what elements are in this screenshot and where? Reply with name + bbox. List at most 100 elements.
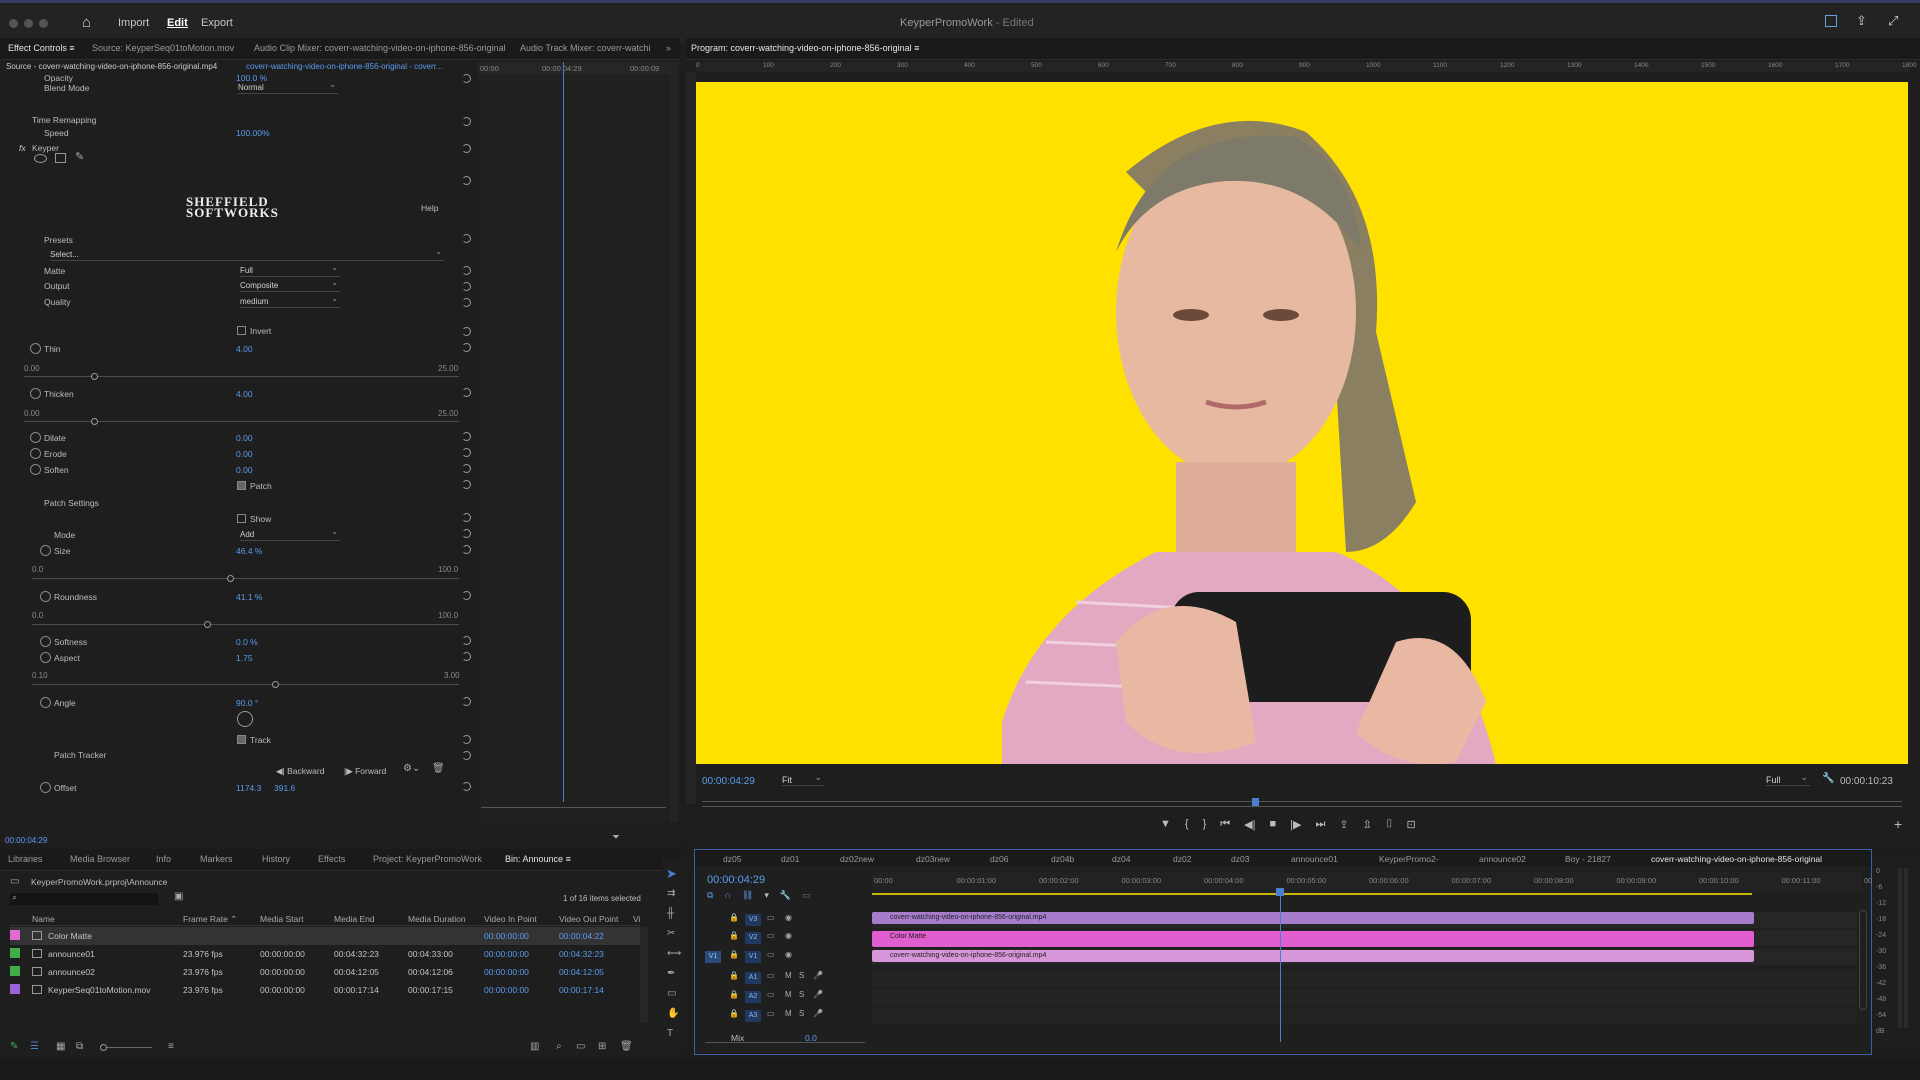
slip-tool-icon[interactable]: ⟷ [667,948,681,959]
tracker-settings-icon[interactable]: ⚙⌄ [403,763,420,774]
track-checkbox[interactable] [237,735,246,744]
angle-value[interactable]: 90.0 ° [236,698,258,708]
menu-export[interactable]: Export [201,17,233,29]
mark-out-icon[interactable]: } [1203,818,1207,831]
reset-icon[interactable] [462,782,471,791]
col-media-end[interactable]: Media End [334,914,375,924]
blend-mode-dropdown[interactable]: Normal [238,80,338,94]
reset-icon[interactable] [462,388,471,397]
thumbnail-size-knob[interactable] [100,1044,107,1051]
menu-import[interactable]: Import [118,17,149,29]
thin-stopwatch-icon[interactable] [30,343,41,354]
aspect-slider-knob[interactable] [272,681,280,688]
sequence-tab[interactable]: dz06 [990,854,1008,864]
softness-stopwatch-icon[interactable] [40,636,51,647]
sync-lock-icon[interactable]: ▭ [767,950,775,959]
lock-icon[interactable]: 🔒 [729,913,739,922]
matte-dropdown[interactable]: Full [240,263,340,277]
tab-effect-controls[interactable]: Effect Controls ≡ [8,43,75,53]
reset-icon[interactable] [462,513,471,522]
new-bin-icon[interactable]: ▭ [576,1041,585,1052]
size-slider-knob[interactable] [227,575,235,582]
minimize-window-button[interactable] [24,19,33,28]
voice-over-icon[interactable]: 🎤 [813,971,823,980]
invert-checkbox[interactable] [237,326,246,335]
thin-slider[interactable] [24,376,459,377]
resolution-dropdown[interactable]: Full [1766,772,1810,786]
track-name[interactable]: V3 [745,914,761,926]
lock-icon[interactable]: 🔒 [729,990,739,999]
thin-value[interactable]: 4.00 [236,344,253,354]
add-marker-icon[interactable]: ▾ [764,890,769,901]
tab-project[interactable]: Project: KeyperPromoWork [373,854,482,864]
track-name[interactable]: A2 [745,991,761,1003]
mute-button[interactable]: M [785,1009,792,1018]
ec-vertical-scrollbar[interactable] [670,62,678,822]
thumbnail-size-slider[interactable] [102,1047,152,1048]
solo-button[interactable]: S [799,1009,804,1018]
solo-button[interactable]: S [799,971,804,980]
program-video-frame[interactable] [696,82,1908,764]
sequence-tab[interactable]: announce02 [1479,854,1526,864]
trash-icon[interactable]: 🗑 [620,1041,633,1052]
timeline-timecode[interactable]: 00:00:04:29 [707,874,765,886]
tab-audio-clip-mixer[interactable]: Audio Clip Mixer: coverr-watching-video-… [254,43,506,53]
icon-view-icon[interactable]: ▦ [56,1041,65,1052]
eye-icon[interactable]: ◉ [785,950,792,959]
reset-icon[interactable] [462,74,471,83]
sequence-tab[interactable]: dz02new [840,854,874,864]
track-name[interactable]: V1 [745,951,761,963]
zoom-level-dropdown[interactable]: Fit [782,772,824,786]
tab-program[interactable]: Program: coverr-watching-video-on-iphone… [691,43,919,53]
program-playhead[interactable] [1252,798,1259,806]
roundness-value[interactable]: 41.1 % [236,592,262,602]
sequence-clip-label[interactable]: coverr-watching-video-on-iphone-856-orig… [246,62,460,71]
export-frame-icon[interactable]: ⌷ [1386,818,1393,831]
track-backward-button[interactable]: ◀| Backward [276,766,324,777]
angle-stopwatch-icon[interactable] [40,697,51,708]
size-slider[interactable] [32,578,459,579]
freeform-view-icon[interactable]: ⧉ [76,1041,83,1052]
mute-button[interactable]: M [785,990,792,999]
patch-checkbox[interactable] [237,481,246,490]
timeline-settings-icon[interactable]: 🔧 [780,890,791,901]
mark-in-icon[interactable]: { [1185,818,1189,831]
hand-tool-icon[interactable]: ✋ [667,1008,679,1019]
timeline-vertical-scroll[interactable] [1859,910,1867,1010]
timeline-zoom-slider[interactable] [705,1042,865,1043]
reset-icon[interactable] [462,176,471,185]
clip-v3[interactable]: coverr-watching-video-on-iphone-856-orig… [872,912,1754,924]
tab-info[interactable]: Info [156,854,171,864]
offset-y-value[interactable]: 391.6 [274,783,295,793]
dilate-value[interactable]: 0.00 [236,433,253,443]
menu-edit[interactable]: Edit [167,17,188,29]
ec-playhead[interactable] [563,62,564,802]
reset-icon[interactable] [462,327,471,336]
mute-button[interactable]: M [785,971,792,980]
filter-icon[interactable]: ⏷ [612,832,620,843]
zoom-window-button[interactable] [39,19,48,28]
speed-value[interactable]: 100.00% [236,128,270,138]
lock-icon[interactable]: 🔒 [729,931,739,940]
erode-stopwatch-icon[interactable] [30,448,41,459]
timeline-playhead[interactable] [1280,892,1281,1042]
aspect-slider[interactable] [32,684,459,685]
reset-icon[interactable] [462,591,471,600]
reset-icon[interactable] [462,282,471,291]
eye-icon[interactable]: ◉ [785,913,792,922]
sequence-tab[interactable]: dz03new [916,854,950,864]
pen-mask-icon[interactable]: ✎ [75,150,84,163]
sync-lock-icon[interactable]: ▭ [767,1009,775,1018]
fx-badge[interactable]: fx [19,143,26,153]
col-video-out[interactable]: Video Out Point [559,914,618,924]
col-media-start[interactable]: Media Start [260,914,303,924]
table-row[interactable]: KeyperSeq01toMotion.mov 23.976 fps 00:00:0… [10,981,640,999]
wrench-icon[interactable]: 🔧 [1822,773,1834,784]
reset-icon[interactable] [462,343,471,352]
workspaces-icon[interactable] [1825,15,1837,27]
extract-icon[interactable]: ⇫ [1363,818,1372,831]
new-item-icon[interactable]: ⊞ [598,1041,606,1052]
reset-icon[interactable] [462,432,471,441]
reset-icon[interactable] [462,480,471,489]
track-lane[interactable] [872,1008,1857,1024]
